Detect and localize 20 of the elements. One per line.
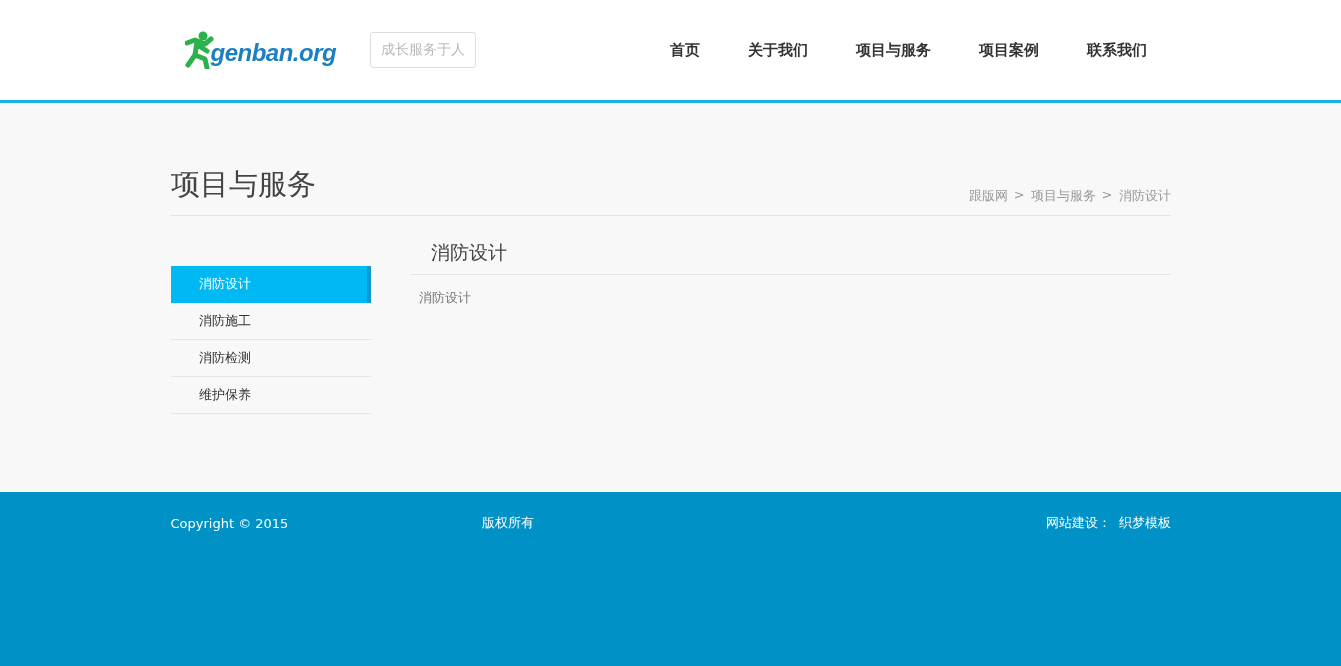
logo-text: genban.org xyxy=(210,39,337,67)
site-logo[interactable]: genban.org xyxy=(184,31,337,69)
page-title: 项目与服务 xyxy=(170,166,316,203)
article-title: 消防设计 xyxy=(410,240,1171,275)
article-text: 消防设计 xyxy=(418,289,472,307)
slogan-box: 成长服务于人 xyxy=(370,32,477,68)
nav-link[interactable]: 首页 xyxy=(645,40,724,60)
breadcrumb-separator: > xyxy=(1013,187,1025,204)
rights-text: 版权所有 xyxy=(482,514,535,532)
nav-link[interactable]: 关于我们 xyxy=(723,40,832,60)
sidebar-item[interactable]: 消防检测 xyxy=(170,340,371,377)
credit-label: 网站建设： xyxy=(1045,514,1111,532)
copyright-text: Copyright © 2015 xyxy=(170,515,289,531)
nav-link[interactable]: 联系我们 xyxy=(1062,40,1159,60)
nav-link[interactable]: 项目与服务 xyxy=(831,40,955,60)
sidebar-item[interactable]: 维护保养 xyxy=(170,377,371,414)
breadcrumb-separator: > xyxy=(1101,187,1113,204)
sidebar-item[interactable]: 消防施工 xyxy=(170,303,371,340)
credit-link[interactable]: 织梦模板 xyxy=(1118,514,1171,532)
nav-link[interactable]: 项目案例 xyxy=(954,40,1063,60)
